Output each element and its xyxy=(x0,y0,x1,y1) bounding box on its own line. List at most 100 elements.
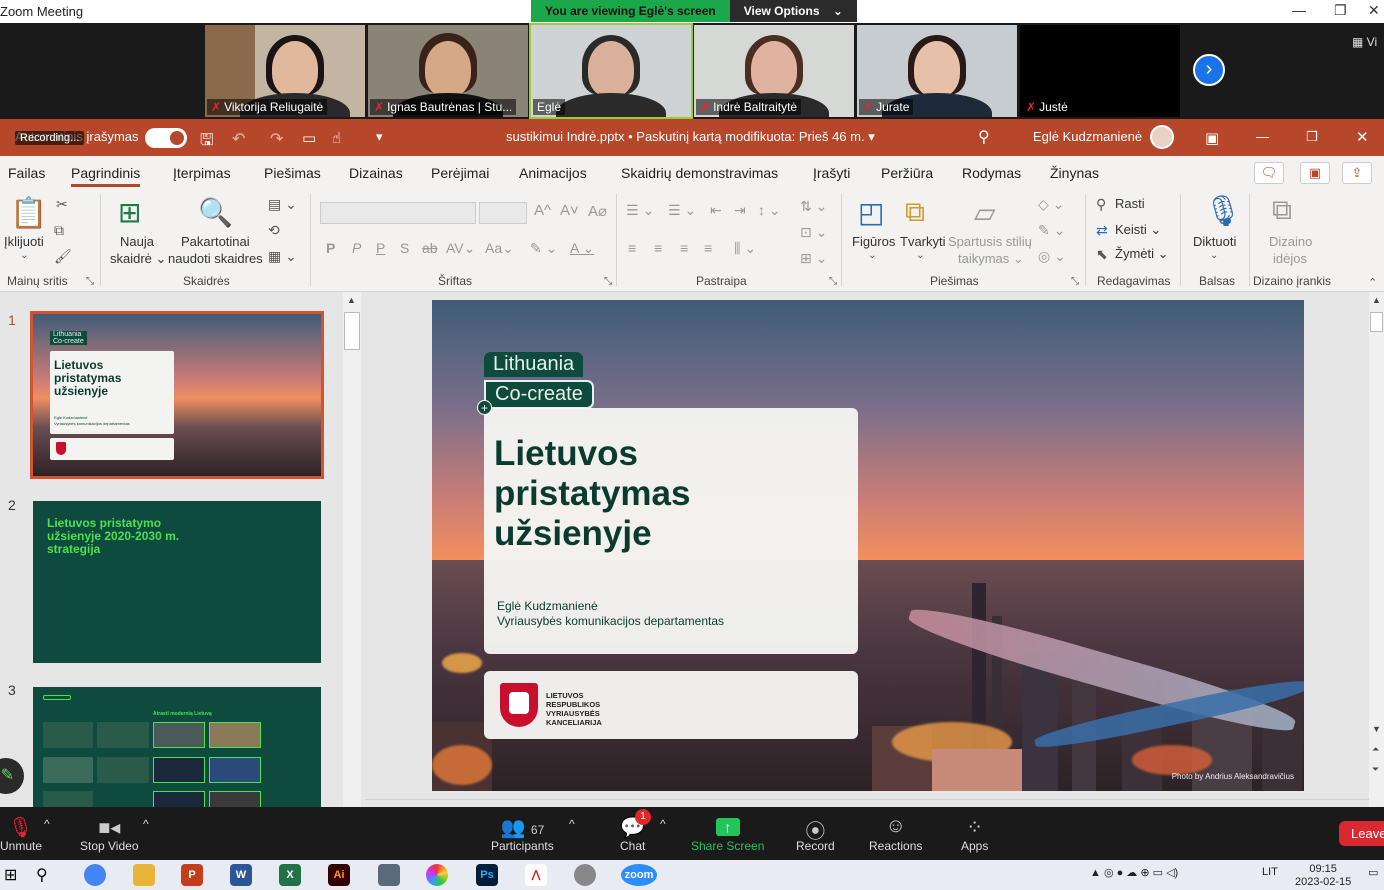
cut-icon[interactable]: ✂ xyxy=(56,196,68,213)
layout-icon[interactable]: ▤ ⌄ xyxy=(268,196,297,213)
illustrator-icon[interactable]: Ai xyxy=(328,864,350,886)
font-color-icon[interactable]: A ⌄ xyxy=(570,240,594,257)
dialog-launcher-icon[interactable]: ⤡ xyxy=(829,276,837,287)
dialog-launcher-icon[interactable]: ⤡ xyxy=(604,276,612,287)
windows-start-icon[interactable]: ⊞ xyxy=(4,865,17,885)
increase-font-icon[interactable]: A^ xyxy=(534,202,551,219)
calculator-icon[interactable] xyxy=(378,864,400,886)
save-icon[interactable]: 🖫 xyxy=(200,129,214,156)
restore-icon[interactable]: ❐ xyxy=(1306,129,1318,145)
smartart-icon[interactable]: ⊞ ⌄ xyxy=(800,250,827,267)
stop-video-button[interactable]: ■◂ Stop Video xyxy=(80,815,139,853)
restore-icon[interactable]: ❐ xyxy=(1334,2,1347,19)
chevron-down-icon[interactable]: ⌄ xyxy=(20,250,28,261)
user-name[interactable]: Eglė Kudzmanienė xyxy=(1033,129,1142,144)
increase-indent-icon[interactable]: ⇥ xyxy=(734,202,746,219)
copy-icon[interactable]: ⧉ xyxy=(54,222,64,239)
designer-label-1[interactable]: Dizaino xyxy=(1269,234,1312,249)
shape-outline-icon[interactable]: ✎ ⌄ xyxy=(1038,222,1065,239)
video-tile[interactable]: ✗ Ignas Bautrėnas | Stu... xyxy=(368,25,528,117)
line-spacing-icon[interactable]: ↕ ⌄ xyxy=(758,202,781,219)
language-indicator[interactable]: LIT xyxy=(1262,866,1278,878)
minimize-icon[interactable]: — xyxy=(1256,129,1269,144)
tab-view[interactable]: Rodymas xyxy=(962,165,1021,181)
present-icon[interactable]: ▭ xyxy=(302,129,316,147)
title-card[interactable]: Lietuvos pristatymas užsienyje Eglė Kudz… xyxy=(484,408,858,654)
tab-record[interactable]: Įrašyti xyxy=(813,165,850,181)
tab-insert[interactable]: Įterpimas xyxy=(173,165,231,181)
ribbon-display-icon[interactable]: ▣ xyxy=(1205,129,1219,147)
dialog-launcher-icon[interactable]: ⤡ xyxy=(86,276,94,287)
select-button[interactable]: Žymėti ⌄ xyxy=(1115,246,1169,262)
find-icon[interactable]: ⚲ xyxy=(1096,196,1106,213)
dialog-launcher-icon[interactable]: ⤡ xyxy=(1071,276,1079,287)
paste-icon[interactable]: 📋 xyxy=(10,196,47,231)
paste-button[interactable]: Įklijuoti xyxy=(4,234,44,249)
pen-tool-icon[interactable]: ✎ xyxy=(0,758,24,794)
font-size-select[interactable] xyxy=(479,202,527,224)
thumbnail-scrollbar[interactable]: ▲ xyxy=(343,292,361,807)
video-tile[interactable]: ✗ Viktorija Reliugaitė xyxy=(205,25,365,117)
replace-button[interactable]: Keisti ⌄ xyxy=(1115,222,1161,238)
slide-thumbnail-2[interactable]: Lietuvos pristatymo užsienyje 2020-2030 … xyxy=(33,501,321,663)
section-icon[interactable]: ▦ ⌄ xyxy=(268,248,297,265)
numbering-icon[interactable]: ☰ ⌄ xyxy=(668,202,696,219)
participants-button[interactable]: 👥 67 Participants xyxy=(491,815,554,853)
decrease-font-icon[interactable]: A˅ xyxy=(560,202,579,219)
color-app-icon[interactable] xyxy=(426,864,448,886)
powerpoint-icon[interactable]: P xyxy=(181,864,203,886)
add-icon[interactable]: + xyxy=(477,400,492,415)
shapes-button[interactable]: Figūros xyxy=(852,234,895,249)
logo-card[interactable]: LIETUVOS RESPUBLIKOS VYRIAUSYBĖS KANCELI… xyxy=(484,671,858,739)
designer-button[interactable]: idėjos xyxy=(1273,251,1307,266)
customize-toolbar-icon[interactable]: ▾ xyxy=(376,129,383,145)
new-slide-icon[interactable]: ⊞ xyxy=(118,196,141,229)
redo-icon[interactable]: ↷ xyxy=(270,129,283,149)
zoom-app-icon[interactable]: zoom xyxy=(621,864,657,886)
format-painter-icon[interactable]: 🖌 xyxy=(54,248,72,265)
quick-styles-button[interactable]: taikymas ⌄ xyxy=(958,251,1024,267)
chevron-down-icon[interactable]: ⌄ xyxy=(916,250,924,261)
video-tile[interactable]: ✗ Indrė Baltraitytė xyxy=(694,25,854,117)
share-icon[interactable]: ⇪ xyxy=(1342,162,1372,184)
chevron-up-icon[interactable]: ^ xyxy=(569,817,575,831)
minimize-icon[interactable]: — xyxy=(1292,2,1306,18)
tab-help[interactable]: Žinynas xyxy=(1050,165,1099,181)
unmute-button[interactable]: 🎙 Unmute xyxy=(0,815,42,853)
char-spacing-icon[interactable]: AV⌄ xyxy=(446,240,475,257)
close-icon[interactable]: ✕ xyxy=(1356,128,1369,146)
video-tile[interactable]: Eglė xyxy=(529,23,693,119)
tab-transitions[interactable]: Perėjimai xyxy=(431,165,489,181)
justify-icon[interactable]: ≡ xyxy=(704,240,712,256)
next-page-arrow-icon[interactable]: › xyxy=(1193,54,1225,86)
arrange-button[interactable]: Tvarkyti xyxy=(900,234,946,249)
arrange-icon[interactable]: ⧉ xyxy=(905,196,925,229)
chevron-up-icon[interactable]: ^ xyxy=(660,817,666,831)
dictate-button[interactable]: Diktuoti xyxy=(1193,234,1236,249)
reset-icon[interactable]: ⟲ xyxy=(268,222,280,239)
quick-styles-icon[interactable]: ▱ xyxy=(974,196,996,229)
view-button[interactable]: ▦ Vi xyxy=(1352,35,1377,49)
decrease-indent-icon[interactable]: ⇤ xyxy=(710,202,722,219)
file-title[interactable]: sustikimui Indrė.pptx • Paskutinį kartą … xyxy=(506,129,875,145)
photoshop-icon[interactable]: Ps xyxy=(476,864,498,886)
shadow-icon[interactable]: S xyxy=(400,240,409,256)
chevron-up-icon[interactable]: ^ xyxy=(44,817,50,831)
acrobat-icon[interactable]: ⋀ xyxy=(525,864,547,886)
underline-icon[interactable]: P xyxy=(376,240,385,256)
video-tile[interactable]: ✗ Justė xyxy=(1020,25,1180,117)
align-right-icon[interactable]: ≡ xyxy=(680,240,688,256)
new-slide-label-1[interactable]: Nauja xyxy=(120,234,154,249)
leave-button[interactable]: Leave xyxy=(1339,821,1384,846)
designer-icon[interactable]: ⧉ xyxy=(1272,194,1292,227)
search-icon[interactable]: ⚲ xyxy=(978,127,990,147)
comments-icon[interactable]: 🗨 xyxy=(1254,162,1284,184)
font-name-select[interactable] xyxy=(320,202,476,224)
present-teams-icon[interactable]: ▣ xyxy=(1300,162,1330,184)
replace-icon[interactable]: ⇄ xyxy=(1096,222,1108,239)
slide-thumbnail-1[interactable]: Lithuania Co-create Lietuvos pristatymas … xyxy=(30,311,324,479)
chevron-down-icon[interactable]: ⌄ xyxy=(1210,250,1218,261)
autosave-toggle[interactable] xyxy=(145,128,187,148)
shape-fill-icon[interactable]: ◇ ⌄ xyxy=(1038,196,1064,213)
tab-home[interactable]: Pagrindinis xyxy=(71,165,141,187)
